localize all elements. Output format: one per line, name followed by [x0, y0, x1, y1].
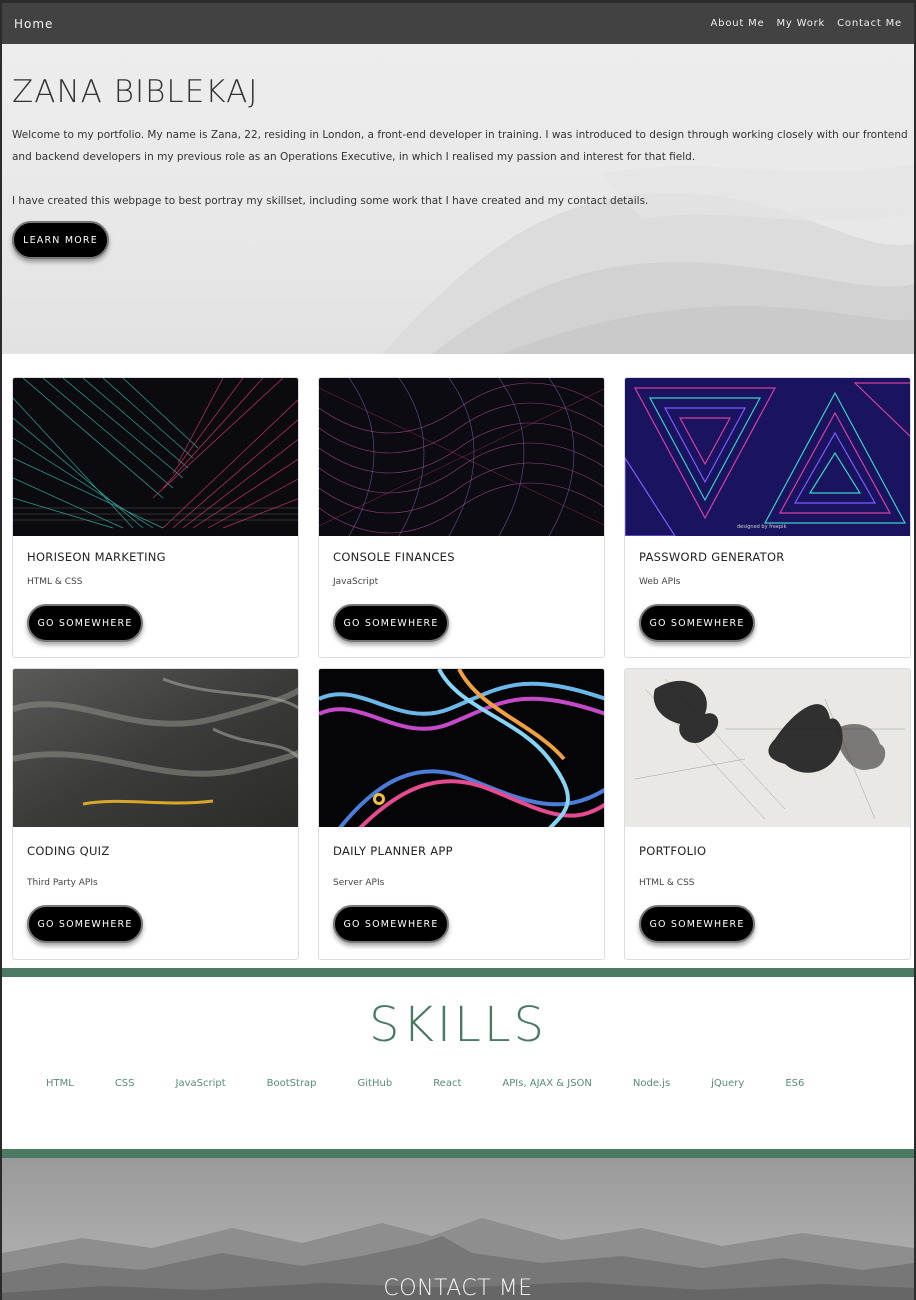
project-tech: HTML & CSS [639, 878, 695, 888]
project-card: designed by freepik PASSWORD GENERATOR W… [624, 377, 911, 658]
project-image [319, 378, 604, 536]
project-tech: Web APIs [639, 577, 681, 587]
project-image [625, 669, 910, 827]
go-somewhere-button[interactable]: GO SOMEWHERE [333, 905, 449, 943]
project-title: PASSWORD GENERATOR [639, 550, 785, 564]
project-card: PORTFOLIO HTML & CSS GO SOMEWHERE [624, 668, 911, 960]
skill-item: ES6 [785, 1078, 805, 1089]
top-navbar: Home About Me My Work Contact Me [2, 3, 914, 44]
skill-item: jQuery [711, 1078, 745, 1089]
contact-section: CONTACT ME [2, 1158, 914, 1300]
skill-item: React [433, 1078, 462, 1089]
project-tech: JavaScript [333, 577, 379, 587]
hero-skillset-paragraph: I have created this webpage to best port… [12, 195, 649, 207]
project-image [13, 378, 298, 536]
go-somewhere-button[interactable]: GO SOMEWHERE [27, 905, 143, 943]
go-somewhere-button[interactable]: GO SOMEWHERE [639, 604, 755, 642]
nav-home-link[interactable]: Home [14, 17, 53, 31]
project-title: DAILY PLANNER APP [333, 844, 453, 858]
project-card: CONSOLE FINANCES JavaScript GO SOMEWHERE [318, 377, 605, 658]
project-title: CONSOLE FINANCES [333, 550, 455, 564]
skills-title: SKILLS [368, 997, 548, 1053]
hero-intro-paragraph: Welcome to my portfolio. My name is Zana… [12, 129, 908, 163]
project-card: DAILY PLANNER APP Server APIs GO SOMEWHE… [318, 668, 605, 960]
go-somewhere-button[interactable]: GO SOMEWHERE [639, 905, 755, 943]
project-card: CODING QUIZ Third Party APIs GO SOMEWHER… [12, 668, 299, 960]
skill-item: APIs, AJAX & JSON [502, 1078, 592, 1089]
skills-bottom-divider [2, 1149, 914, 1158]
project-title: HORISEON MARKETING [27, 550, 166, 564]
learn-more-button[interactable]: LEARN MORE [12, 221, 109, 259]
skill-item: Node.js [632, 1078, 671, 1089]
project-title: PORTFOLIO [639, 844, 707, 858]
skill-item: JavaScript [175, 1078, 226, 1089]
nav-links: About Me My Work Contact Me [711, 18, 902, 29]
skill-item: BootStrap [266, 1078, 317, 1089]
svg-text:designed by freepik: designed by freepik [737, 524, 787, 530]
skills-top-divider [2, 968, 914, 977]
project-tech: HTML & CSS [27, 577, 83, 587]
go-somewhere-button[interactable]: GO SOMEWHERE [27, 604, 143, 642]
hero-section: ZANA BIBLEKAJ Welcome to my portfolio. M… [2, 44, 914, 354]
hero-title: ZANA BIBLEKAJ [12, 74, 259, 110]
skill-item: GitHub [357, 1078, 393, 1089]
project-card: HORISEON MARKETING HTML & CSS GO SOMEWHE… [12, 377, 299, 658]
nav-contact-link[interactable]: Contact Me [837, 18, 902, 29]
skill-item: CSS [114, 1078, 135, 1089]
nav-about-link[interactable]: About Me [711, 18, 765, 29]
contact-title: CONTACT ME [383, 1276, 533, 1300]
project-tech: Server APIs [333, 878, 385, 888]
skill-item: HTML [46, 1078, 74, 1089]
skills-list: HTML CSS JavaScript BootStrap GitHub Rea… [46, 1078, 804, 1089]
nav-work-link[interactable]: My Work [776, 18, 825, 29]
project-title: CODING QUIZ [27, 844, 110, 858]
project-image [319, 669, 604, 827]
project-tech: Third Party APIs [27, 878, 98, 888]
projects-section: HORISEON MARKETING HTML & CSS GO SOMEWHE… [2, 354, 914, 968]
go-somewhere-button[interactable]: GO SOMEWHERE [333, 604, 449, 642]
project-image [13, 669, 298, 827]
skills-section: SKILLS HTML CSS JavaScript BootStrap Git… [2, 977, 914, 1149]
project-image: designed by freepik [625, 378, 910, 536]
